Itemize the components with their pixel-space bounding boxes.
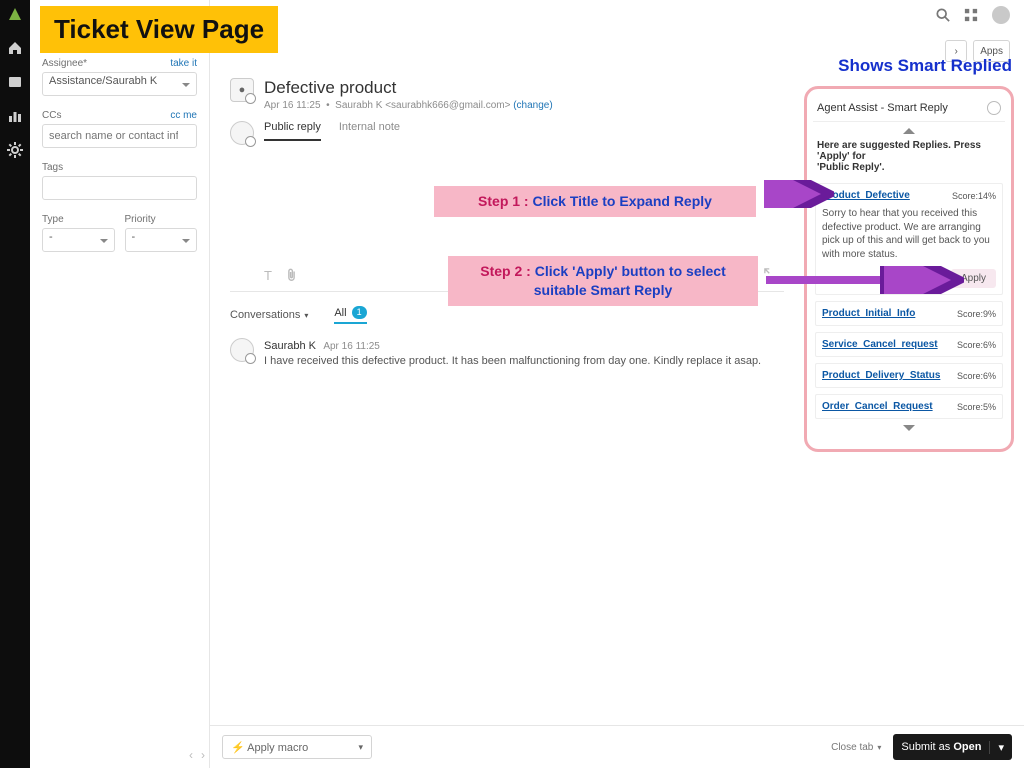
search-icon[interactable] <box>936 8 950 25</box>
nav-rail <box>0 0 30 768</box>
inbox-icon[interactable] <box>7 74 23 90</box>
cc-label: CCs <box>42 110 61 121</box>
logo-icon <box>7 6 23 22</box>
change-requester-link[interactable]: (change) <box>513 100 552 111</box>
apps-grid-icon[interactable] <box>964 8 978 25</box>
chevron-down-icon[interactable]: ▾ <box>989 741 1004 754</box>
ticket-main: › Apps ● Defective product Apr 16 11:25 … <box>210 0 1024 768</box>
tab-public-reply[interactable]: Public reply <box>264 121 321 141</box>
smart-reply-item[interactable]: Product_Initial_Info Score:9% <box>815 301 1003 326</box>
text-format-icon[interactable]: T <box>264 268 272 285</box>
assignee-label: Assignee* <box>42 58 87 69</box>
priority-label: Priority <box>125 214 156 225</box>
smart-reply-hint: Here are suggested Replies. Press 'Apply… <box>813 134 1005 177</box>
reports-icon[interactable] <box>7 108 23 124</box>
smart-reply-title-link[interactable]: Product_Defective <box>822 190 910 201</box>
smart-reply-body: Sorry to hear that you received this def… <box>822 207 996 261</box>
settings-icon[interactable] <box>7 142 23 158</box>
chevron-down-icon: ▾ <box>358 742 363 753</box>
chevron-down-icon: ▾ <box>304 311 308 320</box>
chevron-left-icon[interactable]: ‹ <box>189 748 193 762</box>
ticket-footer: ⚡ Apply macro ▾ Close tab ▾ Submit as Op… <box>210 725 1024 768</box>
message-time: Apr 16 11:25 <box>323 341 380 352</box>
tags-input[interactable] <box>42 176 197 200</box>
submit-button[interactable]: Submit as Open ▾ <box>893 734 1012 760</box>
ticket-properties-sidebar: Assignee* take it Assistance/Saurabh K C… <box>30 0 210 768</box>
smart-reply-score: Score:14% <box>952 191 996 201</box>
type-label: Type <box>42 214 64 225</box>
ticket-meta: Apr 16 11:25 • Saurabh K <saurabhk666@gm… <box>264 100 553 111</box>
filter-all-tab[interactable]: All 1 <box>334 306 366 324</box>
scroll-up-icon[interactable] <box>903 122 915 134</box>
ticket-title: Defective product <box>264 78 553 98</box>
annotation-step2: Step 2 : Click 'Apply' button to select … <box>448 256 758 306</box>
tab-internal-note[interactable]: Internal note <box>339 121 400 141</box>
chevron-down-icon: ▾ <box>877 743 881 752</box>
close-tab-link[interactable]: Close tab ▾ <box>831 742 881 753</box>
annotation-step1: Step 1 : Click Title to Expand Reply <box>434 186 756 217</box>
conversations-dropdown[interactable]: Conversations ▾ <box>230 309 308 321</box>
smart-reply-item[interactable]: Product_Delivery_Status Score:6% <box>815 363 1003 388</box>
all-count-badge: 1 <box>352 306 367 319</box>
annotation-right-heading: Shows Smart Replied <box>838 56 1012 76</box>
sidebar-pagination[interactable]: ‹ › <box>189 748 205 762</box>
annotation-arrow-1 <box>764 180 834 208</box>
chevron-right-icon[interactable]: › <box>201 748 205 762</box>
smart-reply-item[interactable]: Order_Cancel_Request Score:5% <box>815 394 1003 419</box>
assignee-select[interactable]: Assistance/Saurabh K <box>42 72 197 96</box>
requester-avatar-icon: ● <box>230 78 254 102</box>
panel-menu-icon[interactable] <box>987 101 1001 115</box>
tags-label: Tags <box>42 162 63 173</box>
apply-macro-select[interactable]: ⚡ Apply macro ▾ <box>222 735 372 759</box>
message-body: I have received this defective product. … <box>264 355 761 367</box>
take-it-link[interactable]: take it <box>170 58 197 69</box>
cc-input[interactable] <box>42 124 197 148</box>
priority-select[interactable]: - <box>125 228 198 252</box>
message-author: Saurabh K <box>264 340 316 352</box>
conversation-message: Saurabh K Apr 16 11:25 I have received t… <box>230 338 784 367</box>
home-icon[interactable] <box>7 40 23 56</box>
smart-reply-column: Shows Smart Replied Agent Assist - Smart… <box>804 60 1014 452</box>
scroll-down-icon[interactable] <box>903 425 915 437</box>
profile-avatar-icon[interactable] <box>992 6 1010 27</box>
type-select[interactable]: - <box>42 228 115 252</box>
attachment-icon[interactable] <box>286 268 297 285</box>
agent-avatar-icon <box>230 121 254 145</box>
annotation-arrow-2 <box>764 266 964 294</box>
cc-me-link[interactable]: cc me <box>170 110 197 121</box>
annotation-page-title: Ticket View Page <box>40 6 278 53</box>
smart-reply-title: Agent Assist - Smart Reply <box>817 102 948 114</box>
lightning-icon: ⚡ <box>231 742 245 754</box>
message-avatar-icon <box>230 338 254 362</box>
smart-reply-item[interactable]: Service_Cancel_request Score:6% <box>815 332 1003 357</box>
